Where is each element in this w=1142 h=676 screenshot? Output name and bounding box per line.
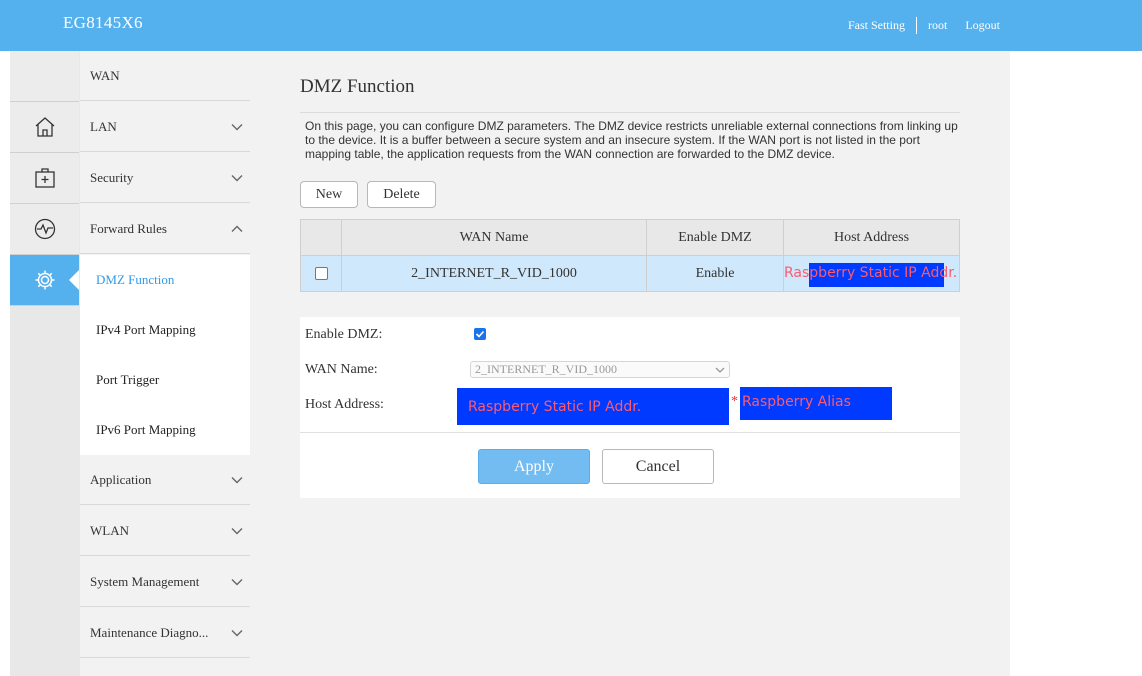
divider [300, 112, 960, 113]
apply-button[interactable]: Apply [478, 449, 590, 484]
table-header: WAN Name Enable DMZ Host Address [301, 220, 959, 256]
divider [915, 17, 917, 34]
sidebar-item-label: Application [90, 471, 152, 487]
rail-item-blank [10, 51, 79, 102]
rail-item-settings[interactable] [10, 255, 79, 306]
sidebar-item-label: Maintenance Diagno... [90, 624, 209, 640]
page-description: On this page, you can configure DMZ para… [305, 119, 958, 161]
cell-enable-dmz: Enable [647, 256, 784, 291]
top-links: Fast Setting root Logout [848, 17, 1000, 34]
new-button[interactable]: New [300, 181, 358, 208]
submenu-item-port-trigger[interactable]: Port Trigger [96, 355, 159, 405]
sidebar-item-label: System Management [90, 573, 200, 589]
wan-name-value: 2_INTERNET_R_VID_1000 [475, 362, 617, 376]
chevron-down-icon [231, 175, 243, 182]
host-address-input[interactable]: Raspberry Static IP Addr. [457, 388, 729, 425]
column-header-wan-name: WAN Name [342, 220, 647, 255]
logout-link[interactable]: Logout [965, 18, 1000, 33]
gear-icon [35, 270, 54, 290]
enable-dmz-label: Enable DMZ: [305, 327, 383, 342]
chevron-up-icon [231, 225, 243, 232]
rail-item-diagnosis[interactable] [10, 153, 79, 204]
chevron-down-icon [231, 630, 243, 637]
rail-item-home[interactable] [10, 102, 79, 153]
fast-setting-link[interactable]: Fast Setting [848, 18, 905, 33]
required-mark: * [731, 394, 738, 409]
submenu-item-ipv6-port-mapping[interactable]: IPv6 Port Mapping [96, 405, 196, 455]
sidebar-item-label: WAN [90, 67, 120, 83]
sidebar-item-security[interactable]: Security [80, 153, 250, 203]
sidebar-item-label: WLAN [90, 522, 129, 538]
active-notch [69, 270, 79, 290]
sidebar-item-lan[interactable]: LAN [80, 102, 250, 152]
icon-rail [10, 51, 80, 676]
pulse-icon [34, 218, 55, 240]
chevron-down-icon [231, 124, 243, 131]
sidebar-item-system-management[interactable]: System Management [80, 557, 250, 607]
row-select-cell [301, 256, 342, 291]
host-address-text: Raspberry Static IP Addr. [784, 265, 958, 281]
forward-rules-submenu: DMZ Function IPv4 Port Mapping Port Trig… [80, 255, 250, 455]
sidebar-item-wlan[interactable]: WLAN [80, 506, 250, 556]
chevron-down-icon [231, 528, 243, 535]
cell-wan-name: 2_INTERNET_R_VID_1000 [342, 256, 647, 291]
table-row[interactable]: 2_INTERNET_R_VID_1000 Enable Raspberry S… [301, 256, 959, 291]
enable-dmz-checkbox[interactable] [474, 328, 486, 340]
check-icon [475, 330, 485, 338]
rail-item-status[interactable] [10, 204, 79, 255]
dmz-table: WAN Name Enable DMZ Host Address 2_INTER… [300, 219, 960, 292]
home-icon [35, 117, 54, 137]
wan-name-select[interactable]: 2_INTERNET_R_VID_1000 [470, 361, 730, 378]
cell-host-address: Raspberry Static IP Addr. [784, 256, 959, 291]
submenu-item-ipv4-port-mapping[interactable]: IPv4 Port Mapping [96, 305, 196, 355]
user-name: root [927, 18, 948, 32]
sidebar-item-label: Security [90, 169, 134, 185]
host-address-label: Host Address: [305, 397, 384, 412]
submenu-item-dmz-function[interactable]: DMZ Function [96, 255, 174, 305]
host-alias-field[interactable]: Raspberry Alias [740, 387, 892, 420]
top-bar: EG8145X6 Fast Setting root Logout [0, 0, 1142, 51]
cancel-button[interactable]: Cancel [602, 449, 714, 484]
chevron-down-icon [231, 579, 243, 586]
delete-button[interactable]: Delete [367, 181, 436, 208]
column-header-enable-dmz: Enable DMZ [647, 220, 784, 255]
brand-title: EG8145X6 [63, 13, 143, 32]
sidebar-item-forward-rules[interactable]: Forward Rules [80, 204, 250, 254]
sidebar-item-label: LAN [90, 118, 117, 134]
chevron-down-icon [715, 367, 725, 373]
page-title: DMZ Function [300, 76, 415, 97]
sidebar-item-wan[interactable]: WAN [80, 51, 250, 101]
chevron-down-icon [231, 477, 243, 484]
dmz-form: Enable DMZ: WAN Name: 2_INTERNET_R_VID_1… [300, 317, 960, 498]
medkit-icon [34, 168, 55, 188]
row-checkbox[interactable] [314, 267, 328, 280]
sidebar-item-maintenance[interactable]: Maintenance Diagno... [80, 608, 250, 658]
sidebar-item-application[interactable]: Application [80, 455, 250, 505]
column-header-host-address: Host Address [833, 229, 910, 245]
sidebar-item-label: Forward Rules [90, 220, 167, 236]
header-select-cell [301, 220, 342, 255]
divider [300, 432, 960, 433]
wan-name-label: WAN Name: [305, 362, 378, 377]
